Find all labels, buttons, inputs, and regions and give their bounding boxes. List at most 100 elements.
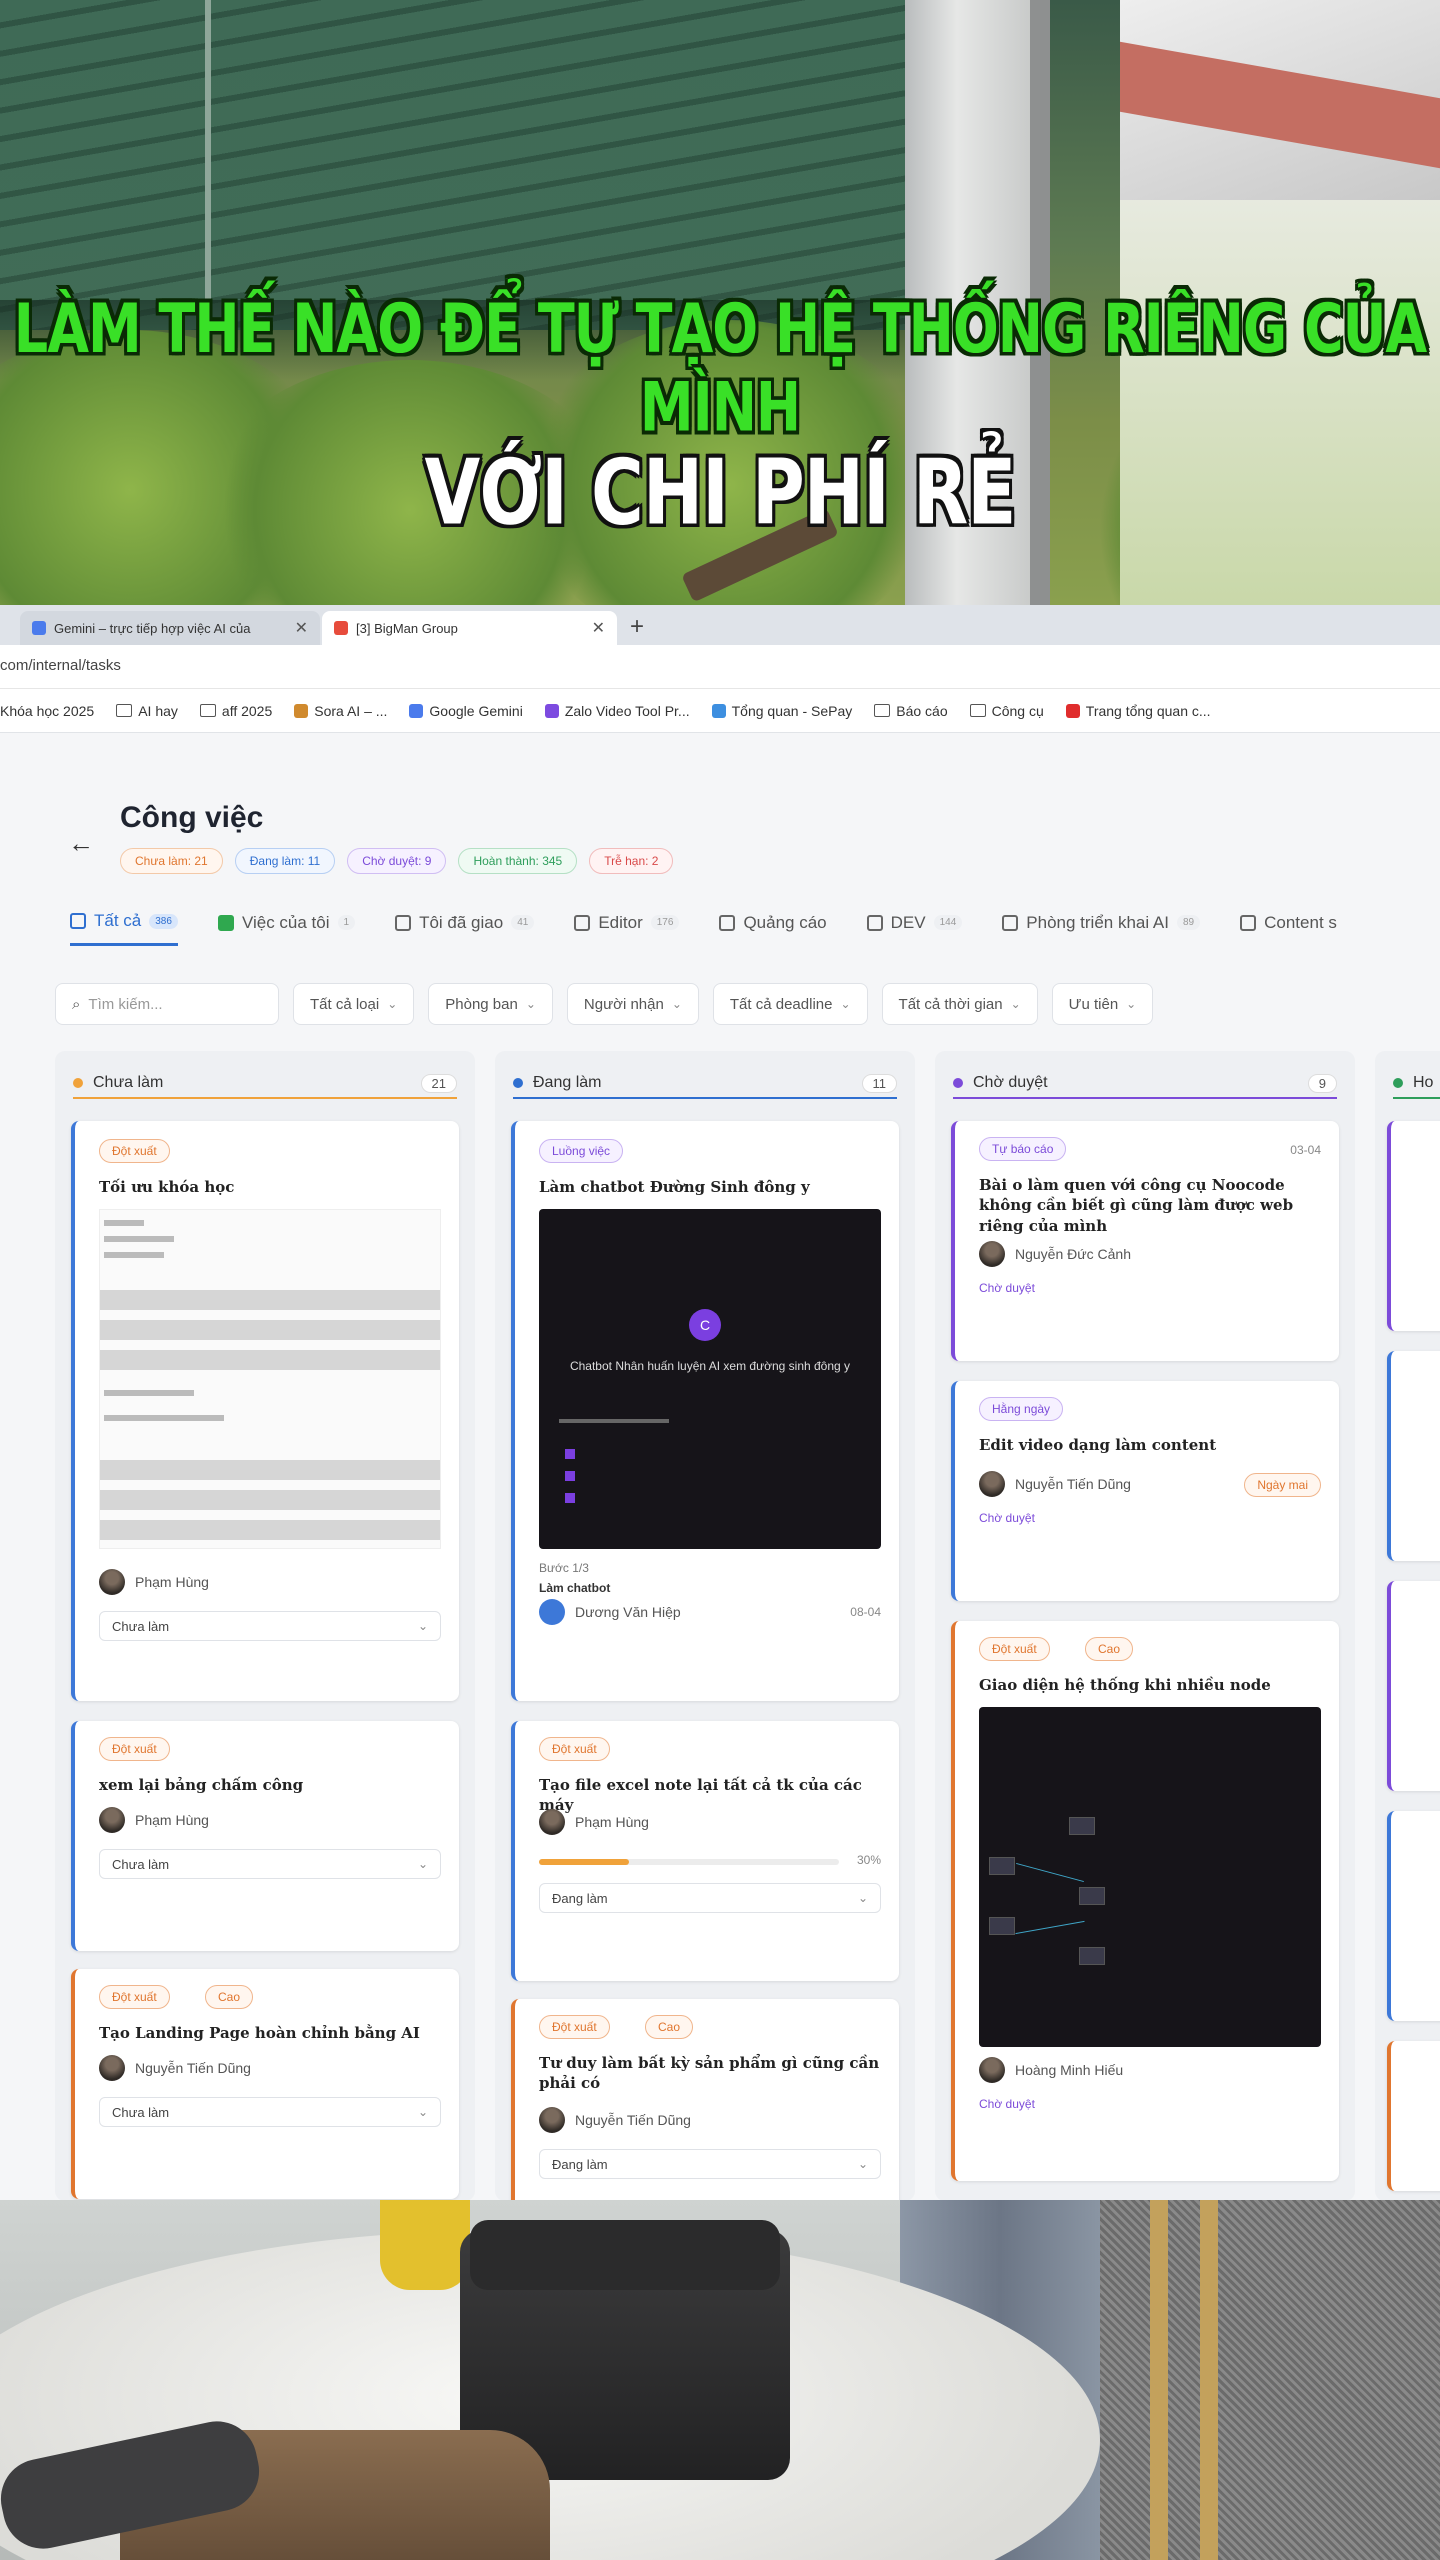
status-select[interactable]: Đang làm ⌄ bbox=[539, 1883, 881, 1913]
bookmark-item[interactable]: Google Gemini bbox=[409, 703, 523, 719]
tab-bigman[interactable]: [3] BigMan Group ✕ bbox=[322, 611, 617, 645]
avatar bbox=[99, 2055, 125, 2081]
task-card[interactable]: Đột xuất Cao Tạo Landing Page hoàn chỉnh… bbox=[71, 1969, 459, 2199]
tab-my-tasks[interactable]: Việc của tôi 1 bbox=[217, 911, 356, 946]
bookmark-item[interactable]: Sora AI – ... bbox=[294, 703, 387, 719]
status-select[interactable]: Đang làm ⌄ bbox=[539, 2149, 881, 2179]
folder-icon bbox=[574, 914, 591, 931]
back-button[interactable]: ← bbox=[68, 828, 94, 859]
report-badge: Tự báo cáo bbox=[979, 1137, 1067, 1161]
status-dot bbox=[953, 1078, 963, 1088]
bookmark-item[interactable]: Tổng quan - SePay bbox=[711, 703, 852, 719]
stat-done[interactable]: Hoàn thành: 345 bbox=[458, 848, 578, 874]
tab-all[interactable]: Tất cả 386 bbox=[70, 911, 178, 946]
task-title: Bài o làm quen với công cụ Noocode không… bbox=[979, 1176, 1294, 1235]
column-review: Chờ duyệt 9 Tự báo cáo 03-04 Bài o làm q… bbox=[935, 1051, 1355, 2200]
type-filter[interactable]: Tất cả loại ⌄ bbox=[293, 983, 415, 1025]
time-filter[interactable]: Tất cả thời gian ⌄ bbox=[881, 983, 1038, 1025]
headline-line-1: LÀM THẾ NÀO ĐỂ TỰ TẠO HỆ THỐNG RIÊNG CỦA… bbox=[13, 289, 1427, 447]
new-tab-button[interactable]: + bbox=[630, 613, 644, 641]
task-card[interactable]: Đột xuất xem lại bảng chấm công Phạm Hùn… bbox=[71, 1721, 459, 1951]
task-title: Tạo Landing Page hoàn chỉnh bằng AI bbox=[99, 2024, 420, 2042]
status-select[interactable]: Chưa làm ⌄ bbox=[99, 2097, 441, 2127]
task-card[interactable] bbox=[1387, 1811, 1440, 2021]
status-select[interactable]: Chưa làm ⌄ bbox=[99, 1849, 441, 1879]
chevron-down-icon: ⌄ bbox=[417, 1619, 428, 1633]
deadline-filter[interactable]: Tất cả deadline ⌄ bbox=[712, 983, 868, 1025]
close-icon[interactable]: ✕ bbox=[592, 618, 605, 638]
bookmark-item[interactable]: Báo cáo bbox=[874, 703, 948, 719]
search-input[interactable]: ⌕ Tìm kiếm... bbox=[55, 983, 279, 1025]
daily-badge: Hằng ngày bbox=[979, 1397, 1064, 1421]
status-link: Chờ duyệt bbox=[979, 2097, 1035, 2111]
bookmark-item[interactable]: Khóa học 2025 bbox=[0, 703, 94, 719]
status-link: Chờ duyệt bbox=[979, 1281, 1035, 1295]
bookmark-item[interactable]: aff 2025 bbox=[199, 703, 272, 719]
address-bar[interactable]: com/internal/tasks bbox=[0, 645, 1440, 689]
task-card[interactable]: Đột xuất Tạo file excel note lại tất cả … bbox=[511, 1721, 899, 1981]
folder-icon bbox=[719, 914, 736, 931]
task-card[interactable] bbox=[1387, 1581, 1440, 1791]
priority-filter[interactable]: Ưu tiên ⌄ bbox=[1051, 983, 1154, 1025]
close-icon[interactable]: ✕ bbox=[295, 618, 308, 638]
assignee-filter[interactable]: Người nhận ⌄ bbox=[566, 983, 699, 1025]
task-card[interactable] bbox=[1387, 2041, 1440, 2191]
high-priority-badge: Cao bbox=[645, 2015, 694, 2039]
task-title: Tư duy làm bất kỳ sản phẩm gì cũng cần p… bbox=[539, 2054, 880, 2093]
department-filter[interactable]: Phòng ban ⌄ bbox=[428, 983, 553, 1025]
page-title: Công việc bbox=[120, 801, 264, 834]
high-priority-badge: Cao bbox=[205, 1985, 254, 2009]
folder-icon bbox=[116, 704, 133, 717]
url-text[interactable]: com/internal/tasks bbox=[0, 657, 121, 674]
chevron-down-icon: ⌄ bbox=[417, 2105, 428, 2119]
folder-icon bbox=[199, 704, 216, 717]
tab-content[interactable]: Content s bbox=[1240, 911, 1337, 946]
tab-assigned[interactable]: Tôi đã giao 41 bbox=[395, 911, 535, 946]
avatar bbox=[539, 2107, 565, 2133]
bookmark-item[interactable]: AI hay bbox=[116, 703, 178, 719]
task-card[interactable]: Đột xuất Cao Tư duy làm bất kỳ sản phẩm … bbox=[511, 1999, 899, 2200]
task-card[interactable]: Đột xuất Cao Giao diện hệ thống khi nhiề… bbox=[951, 1621, 1339, 2181]
status-select[interactable]: Chưa làm ⌄ bbox=[99, 1611, 441, 1641]
task-card[interactable] bbox=[1387, 1121, 1440, 1331]
task-card[interactable]: Hằng ngày Edit video dạng làm content Ng… bbox=[951, 1381, 1339, 1601]
chatbot-preview: C Chatbot Nhân huấn luyện AI xem đường s… bbox=[539, 1209, 881, 1549]
stat-overdue[interactable]: Trễ hạn: 2 bbox=[589, 848, 674, 874]
stat-todo[interactable]: Chưa làm: 21 bbox=[120, 848, 223, 874]
chevron-down-icon: ⌄ bbox=[857, 1891, 868, 1905]
task-app: ← Công việc Chưa làm: 21 Đang làm: 11 Ch… bbox=[0, 733, 1440, 2200]
task-card[interactable] bbox=[1387, 1351, 1440, 1561]
avatar bbox=[979, 1241, 1005, 1267]
high-priority-badge: Cao bbox=[1085, 1637, 1134, 1661]
folder-icon bbox=[969, 704, 986, 717]
task-card[interactable]: Đột xuất Tối ưu khóa học Phạm Hùng Chưa … bbox=[71, 1121, 459, 1701]
column-todo: Chưa làm 21 Đột xuất Tối ưu khóa học Phạ… bbox=[55, 1051, 475, 2200]
tab-gemini[interactable]: Gemini – trực tiếp hợp việc AI của ✕ bbox=[20, 611, 320, 645]
headline-line-2: VỚI CHI PHÍ RẺ bbox=[424, 439, 1017, 545]
search-icon: ⌕ bbox=[72, 995, 81, 1013]
assignee: Nguyễn Tiến Dũng bbox=[539, 2107, 691, 2133]
bookmark-item[interactable]: Zalo Video Tool Pr... bbox=[544, 703, 690, 719]
avatar bbox=[979, 1471, 1005, 1497]
browser-tab-bar: Gemini – trực tiếp hợp việc AI của ✕ [3]… bbox=[0, 605, 1440, 645]
stat-doing[interactable]: Đang làm: 11 bbox=[234, 848, 336, 874]
stat-review[interactable]: Chờ duyệt: 9 bbox=[347, 848, 447, 874]
tab-dev[interactable]: DEV 144 bbox=[866, 911, 963, 946]
bookmark-item[interactable]: Trang tổng quan c... bbox=[1065, 703, 1211, 719]
tab-ai-deploy[interactable]: Phòng triển khai AI 89 bbox=[1002, 911, 1201, 946]
priority-badge: Đột xuất bbox=[99, 1737, 170, 1761]
task-card[interactable]: Tự báo cáo 03-04 Bài o làm quen với công… bbox=[951, 1121, 1339, 1361]
task-title: Tối ưu khóa học bbox=[99, 1178, 235, 1196]
avatar bbox=[99, 1807, 125, 1833]
status-link: Chờ duyệt bbox=[979, 1511, 1035, 1525]
tab-editor[interactable]: Editor 176 bbox=[574, 911, 680, 946]
tab-ads[interactable]: Quảng cáo bbox=[719, 911, 827, 946]
filter-bar: ⌕ Tìm kiếm... Tất cả loại ⌄ Phòng ban ⌄ Ngư… bbox=[55, 983, 1154, 1025]
due-date: 03-04 bbox=[1290, 1143, 1321, 1157]
chevron-down-icon: ⌄ bbox=[525, 997, 536, 1011]
bookmark-item[interactable]: Công cụ bbox=[969, 703, 1044, 719]
status-dot bbox=[73, 1078, 83, 1088]
avatar bbox=[979, 2057, 1005, 2083]
top-background-photo: LÀM THẾ NÀO ĐỂ TỰ TẠO HỆ THỐNG RIÊNG CỦA… bbox=[0, 0, 1440, 605]
task-card[interactable]: Luồng việc Làm chatbot Đường Sinh đông y… bbox=[511, 1121, 899, 1701]
